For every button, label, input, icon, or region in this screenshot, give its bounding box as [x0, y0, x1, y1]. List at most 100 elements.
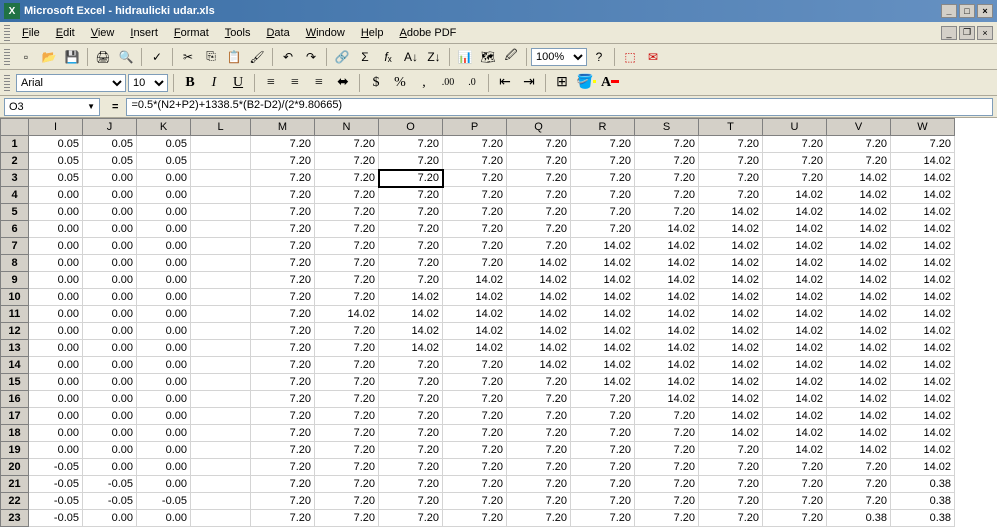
copy-icon[interactable]: ⎘ [200, 46, 222, 68]
cell-V18[interactable]: 14.02 [827, 425, 891, 442]
cell-T14[interactable]: 14.02 [699, 357, 763, 374]
cell-R3[interactable]: 7.20 [571, 170, 635, 187]
cell-O3[interactable]: 7.20 [379, 170, 443, 187]
cell-I19[interactable]: 0.00 [29, 442, 83, 459]
cell-I20[interactable]: -0.05 [29, 459, 83, 476]
cell-P4[interactable]: 7.20 [443, 187, 507, 204]
cell-I12[interactable]: 0.00 [29, 323, 83, 340]
cell-Q13[interactable]: 14.02 [507, 340, 571, 357]
cell-J19[interactable]: 0.00 [83, 442, 137, 459]
cell-O9[interactable]: 7.20 [379, 272, 443, 289]
cell-V1[interactable]: 7.20 [827, 136, 891, 153]
cell-T20[interactable]: 7.20 [699, 459, 763, 476]
cell-L20[interactable] [191, 459, 251, 476]
cell-V8[interactable]: 14.02 [827, 255, 891, 272]
cell-Q1[interactable]: 7.20 [507, 136, 571, 153]
cell-L7[interactable] [191, 238, 251, 255]
row-header-4[interactable]: 4 [1, 187, 29, 204]
cell-R1[interactable]: 7.20 [571, 136, 635, 153]
cell-U17[interactable]: 14.02 [763, 408, 827, 425]
cell-T9[interactable]: 14.02 [699, 272, 763, 289]
cell-W16[interactable]: 14.02 [891, 391, 955, 408]
cell-P5[interactable]: 7.20 [443, 204, 507, 221]
pdf-email-icon[interactable]: ✉ [642, 46, 664, 68]
menu-format[interactable]: Format [166, 25, 217, 41]
cell-V22[interactable]: 7.20 [827, 493, 891, 510]
cell-W22[interactable]: 0.38 [891, 493, 955, 510]
cell-K22[interactable]: -0.05 [137, 493, 191, 510]
fx-label[interactable]: = [104, 101, 126, 113]
cell-O16[interactable]: 7.20 [379, 391, 443, 408]
cell-O14[interactable]: 7.20 [379, 357, 443, 374]
cell-M15[interactable]: 7.20 [251, 374, 315, 391]
cell-S15[interactable]: 14.02 [635, 374, 699, 391]
menu-adobe-pdf[interactable]: Adobe PDF [391, 25, 464, 41]
cell-V13[interactable]: 14.02 [827, 340, 891, 357]
menu-view[interactable]: View [83, 25, 123, 41]
cell-K9[interactable]: 0.00 [137, 272, 191, 289]
cell-P21[interactable]: 7.20 [443, 476, 507, 493]
cell-V7[interactable]: 14.02 [827, 238, 891, 255]
cell-R20[interactable]: 7.20 [571, 459, 635, 476]
maximize-button[interactable]: □ [959, 4, 975, 18]
column-header-R[interactable]: R [571, 119, 635, 136]
cell-L13[interactable] [191, 340, 251, 357]
formula-input[interactable]: =0.5*(N2+P2)+1338.5*(B2-D2)/(2*9.80665) [126, 98, 993, 116]
cell-T6[interactable]: 14.02 [699, 221, 763, 238]
cell-N23[interactable]: 7.20 [315, 510, 379, 527]
cell-K12[interactable]: 0.00 [137, 323, 191, 340]
cell-S4[interactable]: 7.20 [635, 187, 699, 204]
cell-I8[interactable]: 0.00 [29, 255, 83, 272]
cell-I3[interactable]: 0.05 [29, 170, 83, 187]
new-icon[interactable]: ▫ [15, 46, 37, 68]
chart-wizard-icon[interactable]: 📊 [454, 46, 476, 68]
cell-S13[interactable]: 14.02 [635, 340, 699, 357]
cell-N22[interactable]: 7.20 [315, 493, 379, 510]
map-icon[interactable]: 🗺 [477, 46, 499, 68]
cell-R19[interactable]: 7.20 [571, 442, 635, 459]
column-header-Q[interactable]: Q [507, 119, 571, 136]
cell-K7[interactable]: 0.00 [137, 238, 191, 255]
cell-K3[interactable]: 0.00 [137, 170, 191, 187]
cell-K1[interactable]: 0.05 [137, 136, 191, 153]
row-header-5[interactable]: 5 [1, 204, 29, 221]
cell-Q7[interactable]: 7.20 [507, 238, 571, 255]
cell-N1[interactable]: 7.20 [315, 136, 379, 153]
cell-O19[interactable]: 7.20 [379, 442, 443, 459]
cell-N7[interactable]: 7.20 [315, 238, 379, 255]
worksheet-grid[interactable]: IJKLMNOPQRSTUVW10.050.050.057.207.207.20… [0, 118, 997, 529]
cell-N10[interactable]: 7.20 [315, 289, 379, 306]
row-header-12[interactable]: 12 [1, 323, 29, 340]
cell-J15[interactable]: 0.00 [83, 374, 137, 391]
row-header-10[interactable]: 10 [1, 289, 29, 306]
cell-L22[interactable] [191, 493, 251, 510]
cell-N3[interactable]: 7.20 [315, 170, 379, 187]
print-preview-icon[interactable]: 🔍 [115, 46, 137, 68]
cell-M3[interactable]: 7.20 [251, 170, 315, 187]
cell-L4[interactable] [191, 187, 251, 204]
cell-K17[interactable]: 0.00 [137, 408, 191, 425]
cell-I11[interactable]: 0.00 [29, 306, 83, 323]
cell-M1[interactable]: 7.20 [251, 136, 315, 153]
cell-U19[interactable]: 14.02 [763, 442, 827, 459]
cell-O17[interactable]: 7.20 [379, 408, 443, 425]
cell-S21[interactable]: 7.20 [635, 476, 699, 493]
cell-N19[interactable]: 7.20 [315, 442, 379, 459]
cell-Q10[interactable]: 14.02 [507, 289, 571, 306]
cell-J6[interactable]: 0.00 [83, 221, 137, 238]
cell-W5[interactable]: 14.02 [891, 204, 955, 221]
cell-V16[interactable]: 14.02 [827, 391, 891, 408]
borders-icon[interactable]: ⊞ [551, 72, 573, 94]
cell-O21[interactable]: 7.20 [379, 476, 443, 493]
menu-data[interactable]: Data [258, 25, 297, 41]
cell-T13[interactable]: 14.02 [699, 340, 763, 357]
cell-K18[interactable]: 0.00 [137, 425, 191, 442]
cell-O5[interactable]: 7.20 [379, 204, 443, 221]
cell-R14[interactable]: 14.02 [571, 357, 635, 374]
cell-U2[interactable]: 7.20 [763, 153, 827, 170]
percent-icon[interactable]: % [389, 72, 411, 94]
cell-W8[interactable]: 14.02 [891, 255, 955, 272]
cell-P10[interactable]: 14.02 [443, 289, 507, 306]
cell-T23[interactable]: 7.20 [699, 510, 763, 527]
hyperlink-icon[interactable]: 🔗 [331, 46, 353, 68]
